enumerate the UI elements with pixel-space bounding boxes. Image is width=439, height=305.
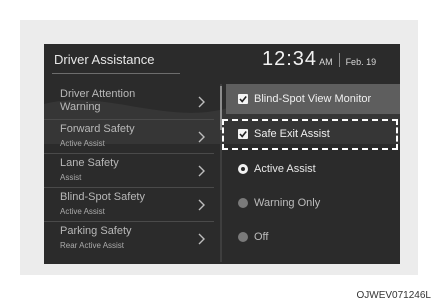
clock-time: 12:34	[262, 48, 318, 70]
sidebar-item-subtitle: Active Assist	[60, 139, 105, 148]
radio-option-off[interactable]: Off	[226, 222, 400, 252]
sidebar-menu: Driver Attention Warning Forward Safety …	[44, 84, 214, 264]
option-blind-spot-view-monitor[interactable]: Blind-Spot View Monitor	[226, 84, 400, 114]
sidebar-item-driver-attention[interactable]: Driver Attention Warning	[44, 84, 214, 120]
sidebar-item-title: Forward Safety	[60, 123, 135, 135]
radio-option-warning-only[interactable]: Warning Only	[226, 188, 400, 218]
page-title: Driver Assistance	[54, 52, 155, 67]
title-underline	[52, 73, 180, 74]
focus-highlight-box	[222, 119, 398, 150]
radio-unselected-icon[interactable]	[238, 232, 248, 242]
chevron-right-icon	[198, 199, 205, 211]
option-label: Blind-Spot View Monitor	[254, 93, 372, 105]
sidebar-item-forward-safety[interactable]: Forward Safety Active Assist	[44, 120, 214, 154]
sidebar-item-subtitle: Assist	[60, 173, 82, 182]
chevron-right-icon	[198, 165, 205, 177]
radio-option-active-assist[interactable]: Active Assist	[226, 154, 400, 184]
sidebar-item-title: Blind-Spot Safety	[60, 191, 145, 203]
radio-dot	[241, 167, 245, 171]
clock-ampm: AM	[319, 57, 333, 67]
chevron-right-icon	[198, 96, 205, 108]
clock-date: Feb. 19	[345, 57, 377, 67]
sidebar-item-blind-spot-safety[interactable]: Blind-Spot Safety Active Assist	[44, 188, 214, 222]
figure-code: OJWEV071246L	[356, 290, 432, 301]
sidebar-item-title-line2: Warning	[60, 101, 101, 113]
chevron-right-icon	[198, 233, 205, 245]
checkbox-checked-icon[interactable]	[238, 94, 248, 104]
sidebar-item-title: Lane Safety	[60, 157, 119, 169]
option-label: Off	[254, 231, 269, 243]
display-screen: Driver Assistance 12:34 AM Feb. 19 Driver …	[44, 44, 400, 264]
header-bar: Driver Assistance 12:34 AM Feb. 19	[44, 44, 400, 76]
radio-unselected-icon[interactable]	[238, 198, 248, 208]
sidebar-item-lane-safety[interactable]: Lane Safety Assist	[44, 154, 214, 188]
option-label: Active Assist	[254, 163, 316, 175]
sidebar-item-title: Driver Attention	[60, 88, 136, 100]
sidebar-item-subtitle: Rear Active Assist	[60, 241, 125, 250]
chevron-right-icon	[198, 131, 205, 143]
sidebar-item-title: Parking Safety	[60, 225, 132, 237]
option-label: Warning Only	[254, 197, 321, 209]
clock: 12:34 AM Feb. 19	[262, 48, 376, 72]
clock-separator	[338, 53, 340, 67]
sidebar-item-parking-safety[interactable]: Parking Safety Rear Active Assist	[44, 222, 214, 256]
radio-selected-icon[interactable]	[238, 164, 248, 174]
sidebar-item-subtitle: Active Assist	[60, 207, 105, 216]
